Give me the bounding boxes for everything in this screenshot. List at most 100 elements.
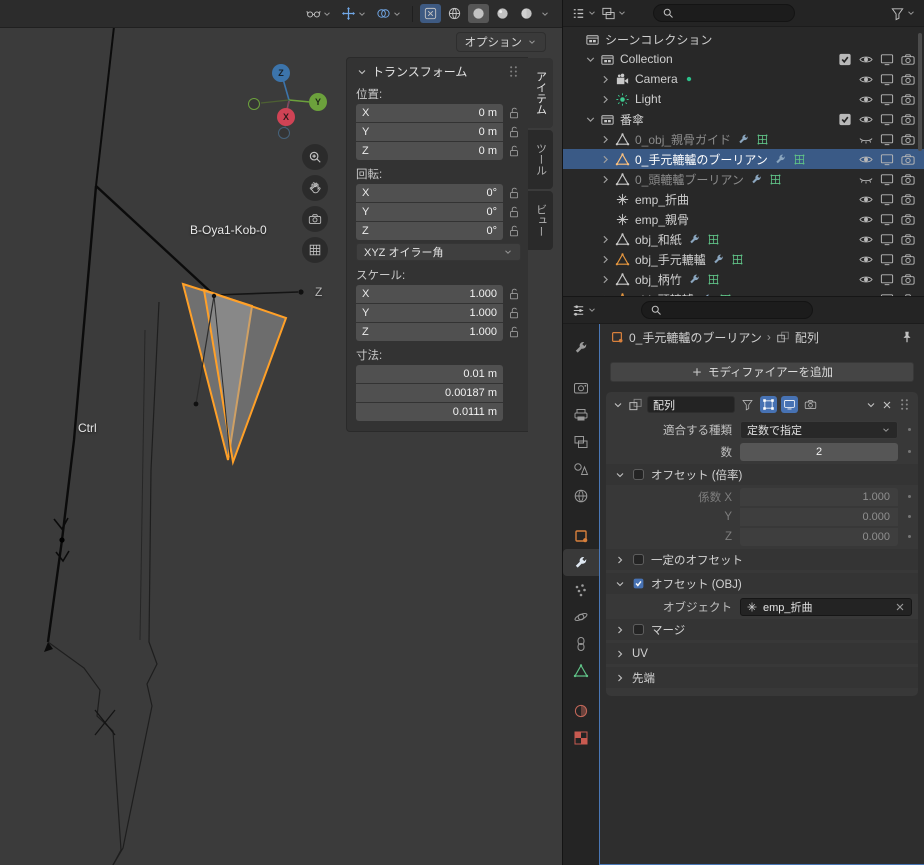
camera-icon[interactable] — [899, 212, 917, 227]
screen-icon[interactable] — [878, 112, 896, 127]
cage-toggle[interactable] — [739, 396, 756, 413]
realtime-toggle[interactable] — [781, 396, 798, 413]
location-field-1[interactable]: Y 0 m — [356, 123, 503, 141]
screen-icon[interactable] — [878, 212, 896, 227]
lock-icon[interactable] — [507, 287, 521, 301]
editmode-toggle[interactable] — [760, 396, 777, 413]
properties-tab-modifiers[interactable] — [563, 549, 599, 576]
checkbox-icon[interactable] — [632, 468, 645, 481]
location-field-0[interactable]: X 0 m — [356, 104, 503, 122]
outliner-row[interactable]: Camera — [563, 69, 924, 89]
zoom-tool-button[interactable] — [302, 144, 328, 170]
eye-icon[interactable] — [857, 52, 875, 67]
outliner-row[interactable]: Collection — [563, 49, 924, 69]
offset-object-field[interactable]: emp_折曲 — [740, 597, 912, 616]
scale-field-2[interactable]: Z 1.000 — [356, 323, 503, 341]
screen-icon[interactable] — [878, 192, 896, 207]
pin-icon[interactable] — [900, 330, 914, 344]
camera-icon[interactable] — [899, 72, 917, 87]
outliner-row[interactable]: 0_obj_親骨ガイド — [563, 129, 924, 149]
camera-icon[interactable] — [899, 152, 917, 167]
outliner-row[interactable]: 番傘 — [563, 109, 924, 129]
xray-toggle[interactable] — [420, 4, 441, 23]
shading-rendered-button[interactable] — [516, 4, 537, 23]
checkbox-icon[interactable] — [632, 623, 645, 636]
properties-tab-scene[interactable] — [563, 455, 599, 482]
checkbox-icon[interactable] — [836, 112, 854, 127]
merge-section-header[interactable]: マージ — [606, 619, 918, 640]
properties-tab-object-data[interactable] — [563, 657, 599, 684]
drag-handle-icon[interactable] — [506, 64, 521, 79]
lock-icon[interactable] — [507, 186, 521, 200]
eye-icon[interactable] — [857, 92, 875, 107]
transform-panel-header[interactable]: トランスフォーム — [356, 63, 521, 80]
eye-icon[interactable] — [857, 252, 875, 267]
dimensions-field-0[interactable]: 0.01 m — [356, 365, 503, 383]
constant-offset-section-header[interactable]: 一定のオフセット — [606, 549, 918, 570]
outliner-row[interactable]: emp_折曲 — [563, 189, 924, 209]
screen-icon[interactable] — [878, 272, 896, 287]
checkbox-icon[interactable] — [836, 52, 854, 67]
expand-icon[interactable] — [599, 252, 612, 267]
screen-icon[interactable] — [878, 172, 896, 187]
lock-icon[interactable] — [507, 106, 521, 120]
outliner-row[interactable]: obj_頭轆轤 — [563, 289, 924, 296]
screen-icon[interactable] — [878, 252, 896, 267]
factor-field[interactable]: 0.000 — [740, 507, 898, 526]
outliner-search[interactable] — [653, 4, 795, 22]
properties-tab-output[interactable] — [563, 401, 599, 428]
animate-dot[interactable] — [906, 515, 912, 518]
screen-icon[interactable] — [878, 72, 896, 87]
display-mode-dropdown[interactable] — [601, 6, 627, 21]
expand-icon[interactable] — [599, 152, 612, 167]
shading-wireframe-button[interactable] — [444, 4, 465, 23]
uv-section-header[interactable]: UV — [606, 643, 918, 664]
screen-icon[interactable] — [878, 232, 896, 247]
lock-icon[interactable] — [507, 224, 521, 238]
lock-icon[interactable] — [507, 144, 521, 158]
filter-dropdown[interactable] — [890, 6, 916, 21]
shading-material-button[interactable] — [492, 4, 513, 23]
properties-search-input[interactable] — [666, 304, 804, 316]
properties-tab-tool[interactable] — [563, 334, 599, 361]
eye-icon[interactable] — [857, 72, 875, 87]
eye-icon[interactable] — [857, 272, 875, 287]
sidebar-tab-1[interactable]: ツール — [528, 130, 553, 189]
dimensions-field-1[interactable]: 0.00187 m — [356, 384, 503, 402]
eye-closed-icon[interactable] — [857, 172, 875, 187]
properties-tab-constraints[interactable] — [563, 630, 599, 657]
expand-icon[interactable] — [599, 232, 612, 247]
scale-field-0[interactable]: X 1.000 — [356, 285, 503, 303]
rotation-field-0[interactable]: X 0° — [356, 184, 503, 202]
checkbox-checked-icon[interactable] — [632, 577, 645, 590]
properties-tab-view-layer[interactable] — [563, 428, 599, 455]
object-type-visibility-dropdown[interactable] — [303, 4, 335, 23]
rotation-field-1[interactable]: Y 0° — [356, 203, 503, 221]
options-dropdown-button[interactable]: オプション — [455, 32, 546, 52]
animate-dot[interactable] — [906, 428, 912, 431]
count-field[interactable]: 2 — [740, 442, 898, 461]
grid-tool-button[interactable] — [302, 237, 328, 263]
shading-dropdown-icon[interactable] — [540, 9, 550, 19]
eye-icon[interactable] — [857, 212, 875, 227]
rotation-field-2[interactable]: Z 0° — [356, 222, 503, 240]
breadcrumb-object[interactable]: 0_手元轆轤のブーリアン — [629, 329, 762, 346]
sidebar-tab-0[interactable]: アイテム — [528, 58, 553, 128]
properties-tab-world[interactable] — [563, 482, 599, 509]
properties-tab-render[interactable] — [563, 374, 599, 401]
render-toggle[interactable] — [802, 396, 819, 413]
shading-solid-button[interactable] — [468, 4, 489, 23]
camera-icon[interactable] — [899, 92, 917, 107]
camera-icon[interactable] — [899, 192, 917, 207]
outliner-row[interactable]: obj_手元轆轤 — [563, 249, 924, 269]
eye-icon[interactable] — [857, 152, 875, 167]
outliner-row[interactable]: emp_親骨 — [563, 209, 924, 229]
screen-icon[interactable] — [878, 92, 896, 107]
expand-icon[interactable] — [599, 132, 612, 147]
expand-icon[interactable] — [584, 52, 597, 67]
outliner-scrollbar[interactable] — [918, 33, 922, 151]
properties-tab-physics[interactable] — [563, 603, 599, 630]
lock-icon[interactable] — [507, 306, 521, 320]
drag-handle-icon[interactable] — [897, 397, 912, 412]
hand-tool-button[interactable] — [302, 175, 328, 201]
